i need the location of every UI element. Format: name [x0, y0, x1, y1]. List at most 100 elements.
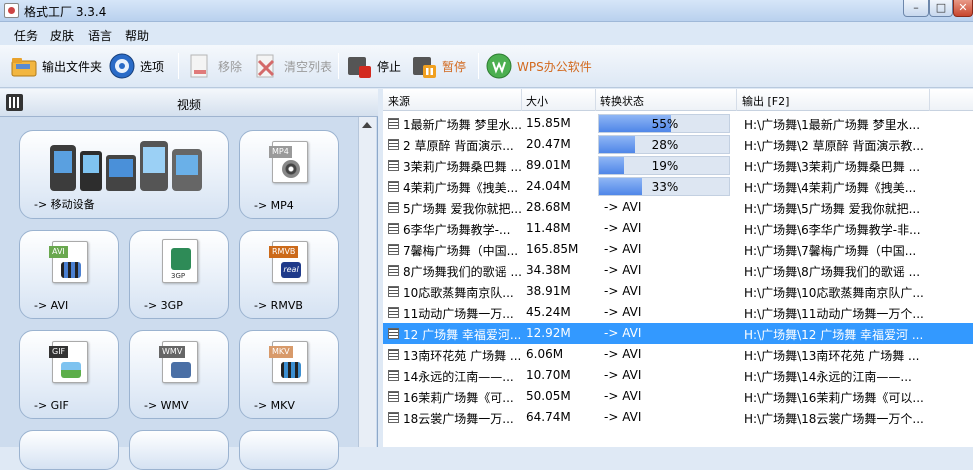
tile-mobile-devices[interactable]: -> 移动设备	[19, 130, 229, 219]
window-title: 格式工厂 3.3.4	[24, 5, 107, 19]
status-cell: -> AVI	[604, 368, 642, 382]
toolbar: 输出文件夹 选项 移除 清空列表 停止 暂停 WPS办公软件	[0, 45, 973, 88]
table-row[interactable]: 12 广场舞 幸福爱河... 12.92M -> AVI H:\广场舞\12 广场舞 …	[383, 323, 973, 344]
tile-label: -> WMV	[144, 399, 189, 412]
output-cell: H:\广场舞\16茉莉广场舞《可以...	[744, 391, 924, 405]
file-icon	[388, 370, 399, 381]
close-button[interactable]: ✕	[953, 0, 973, 17]
size-cell: 12.92M	[526, 326, 571, 340]
table-row[interactable]: 11动动广场舞一万... 45.24M -> AVI H:\广场舞\11动动广场舞一万…	[383, 302, 973, 323]
column-source[interactable]: 来源	[388, 93, 410, 109]
status-cell: -> AVI	[604, 242, 642, 256]
clear-list-button[interactable]: 清空列表	[252, 50, 332, 82]
mobile-devices-icon	[48, 137, 208, 198]
table-row[interactable]: 10応歌蒸舞南京队... 38.91M -> AVI H:\广场舞\10応歌蒸舞南京队…	[383, 281, 973, 302]
gear-icon	[108, 52, 136, 80]
progress-percent: 28%	[651, 138, 679, 152]
output-cell: H:\广场舞\11动动广场舞一万个...	[744, 307, 924, 321]
tile-label: -> AVI	[34, 299, 69, 312]
wps-office-button[interactable]: WPS办公软件	[485, 50, 592, 82]
source-cell: 12 广场舞 幸福爱河...	[403, 328, 521, 342]
table-row[interactable]: 16茉莉广场舞《可... 50.05M -> AVI H:\广场舞\16茉莉广场舞《可…	[383, 386, 973, 407]
status-cell: -> AVI	[604, 326, 642, 340]
table-row[interactable]: 4茉莉广场舞《拽美... 24.04M 33% H:\广场舞\4茉莉广场舞《拽美...	[383, 176, 973, 197]
table-row[interactable]: 2 草原醉 背面演示... 20.47M 28% H:\广场舞\2 草原醉 背面演示教…	[383, 134, 973, 155]
3gp-file-icon: 3GP	[162, 239, 198, 283]
source-cell: 7馨梅广场舞（中国...	[403, 244, 519, 258]
tile-wmv[interactable]: WMV -> WMV	[129, 330, 229, 419]
source-cell: 14永远的江南——...	[403, 370, 514, 384]
table-row[interactable]: 1最新广场舞 梦里水... 15.85M 55% H:\广场舞\1最新广场舞 梦里水.…	[383, 113, 973, 134]
table-row[interactable]: 18云裳广场舞一万... 64.74M -> AVI H:\广场舞\18云裳广场舞一万…	[383, 407, 973, 428]
tile-avi[interactable]: AVI -> AVI	[19, 230, 119, 319]
menu-bar: 任务 皮肤 语言 帮助	[0, 22, 973, 45]
menu-skin[interactable]: 皮肤	[50, 27, 74, 44]
column-status[interactable]: 转换状态	[600, 93, 644, 109]
progress-bar: 33%	[598, 177, 730, 196]
task-list: 来源 大小 转换状态 输出 [F2] 1最新广场舞 梦里水... 15.85M 55…	[383, 89, 973, 447]
minimize-button[interactable]: –	[903, 0, 929, 17]
file-icon	[388, 307, 399, 318]
title-bar: 格式工厂 3.3.4 – □ ✕	[0, 0, 973, 22]
stop-icon	[345, 52, 373, 80]
tile-mkv[interactable]: MKV -> MKV	[239, 330, 339, 419]
tile-3gp[interactable]: 3GP -> 3GP	[129, 230, 229, 319]
column-size[interactable]: 大小	[526, 93, 548, 109]
tile-label: -> GIF	[34, 399, 69, 412]
avi-file-icon: AVI	[49, 241, 88, 283]
status-cell: -> AVI	[604, 200, 642, 214]
pause-button[interactable]: 暂停	[410, 50, 466, 82]
table-row[interactable]: 13南环花苑 广场舞 ... 6.06M -> AVI H:\广场舞\13南环花苑 广…	[383, 344, 973, 365]
table-row[interactable]: 14永远的江南——... 10.70M -> AVI H:\广场舞\14永远的江南——…	[383, 365, 973, 386]
clear-list-icon	[252, 52, 280, 80]
output-cell: H:\广场舞\7馨梅广场舞（中国...	[744, 244, 917, 258]
file-icon	[388, 139, 399, 150]
output-folder-button[interactable]: 输出文件夹	[10, 50, 102, 82]
file-icon	[388, 181, 399, 192]
output-cell: H:\广场舞\4茉莉广场舞《拽美...	[744, 181, 917, 195]
tile-partial[interactable]	[239, 430, 339, 470]
table-row[interactable]: 6李华广场舞教学-... 11.48M -> AVI H:\广场舞\6李华广场舞教学-…	[383, 218, 973, 239]
file-icon	[388, 391, 399, 402]
options-button[interactable]: 选项	[108, 50, 164, 82]
source-cell: 4茉莉广场舞《拽美...	[403, 181, 519, 195]
size-cell: 11.48M	[526, 221, 571, 235]
app-icon	[4, 3, 19, 18]
panel-scrollbar[interactable]	[358, 117, 376, 447]
table-row[interactable]: 8广场舞我们的歌谣 ... 34.38M -> AVI H:\广场舞\8广场舞我们的歌…	[383, 260, 973, 281]
folder-icon	[10, 52, 38, 80]
column-output[interactable]: 输出 [F2]	[742, 93, 789, 109]
menu-task[interactable]: 任务	[14, 27, 38, 44]
tile-gif[interactable]: GIF -> GIF	[19, 330, 119, 419]
gif-file-icon: GIF	[49, 341, 88, 383]
tile-partial[interactable]	[19, 430, 119, 470]
progress-percent: 33%	[651, 180, 679, 194]
category-title: 视频	[176, 98, 201, 112]
tile-partial[interactable]	[129, 430, 229, 470]
remove-button[interactable]: 移除	[186, 50, 242, 82]
output-cell: H:\广场舞\6李华广场舞教学-非...	[744, 223, 921, 237]
tile-label: -> 3GP	[144, 299, 183, 312]
tile-rmvb[interactable]: RMVB real -> RMVB	[239, 230, 339, 319]
wps-icon	[485, 52, 513, 80]
progress-bar: 28%	[598, 135, 730, 154]
source-cell: 1最新广场舞 梦里水...	[403, 118, 521, 132]
progress-bar: 55%	[598, 114, 730, 133]
list-header: 来源 大小 转换状态 输出 [F2]	[383, 89, 973, 111]
tile-label: -> RMVB	[254, 299, 303, 312]
stop-button[interactable]: 停止	[345, 50, 401, 82]
output-cell: H:\广场舞\14永远的江南——...	[744, 370, 912, 384]
scroll-up-arrow-icon[interactable]	[362, 122, 372, 128]
category-header[interactable]: 视频	[0, 89, 378, 117]
output-cell: H:\广场舞\1最新广场舞 梦里水...	[744, 118, 921, 132]
table-row[interactable]: 5广场舞 爱我你就把... 28.68M -> AVI H:\广场舞\5广场舞 爱我你…	[383, 197, 973, 218]
menu-help[interactable]: 帮助	[125, 27, 149, 44]
maximize-button[interactable]: □	[929, 0, 953, 17]
table-row[interactable]: 3茉莉广场舞桑巴舞 ... 89.01M 19% H:\广场舞\3茉莉广场舞桑巴舞 .…	[383, 155, 973, 176]
table-row[interactable]: 7馨梅广场舞（中国... 165.85M -> AVI H:\广场舞\7馨梅广场舞（中…	[383, 239, 973, 260]
output-cell: H:\广场舞\13南环花苑 广场舞 ...	[744, 349, 920, 363]
progress-percent: 19%	[651, 159, 679, 173]
tile-mp4[interactable]: MP4 -> MP4	[239, 130, 339, 219]
status-cell: -> AVI	[604, 347, 642, 361]
menu-language[interactable]: 语言	[88, 27, 112, 44]
